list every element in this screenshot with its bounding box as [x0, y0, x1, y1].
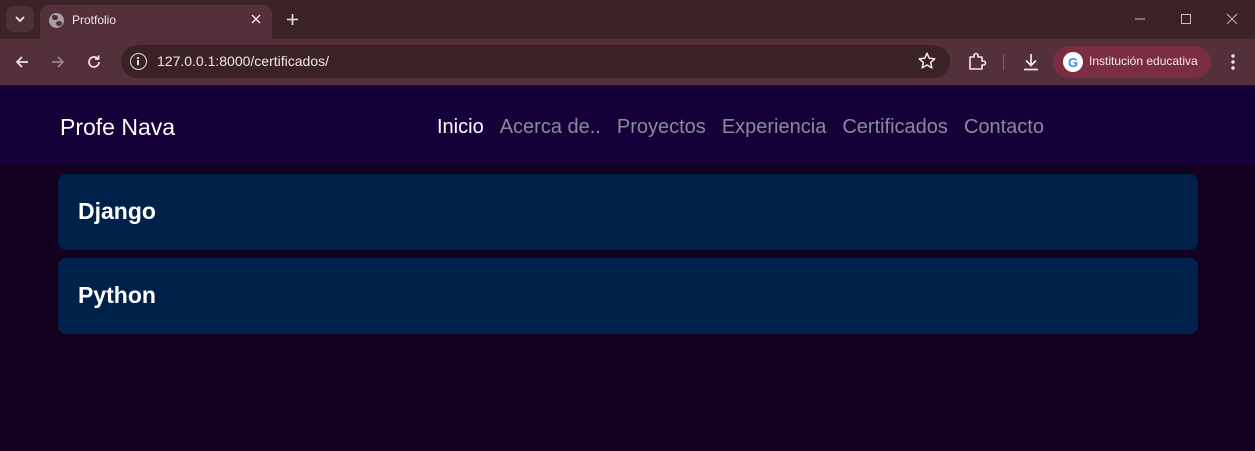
chevron-down-icon	[15, 16, 25, 23]
arrow-right-icon	[52, 56, 65, 68]
minimize-button[interactable]	[1128, 8, 1152, 30]
site-navbar: Profe Nava Inicio Acerca de.. Proyectos …	[0, 85, 1255, 166]
close-tab-button[interactable]	[247, 10, 265, 28]
arrow-left-icon	[15, 56, 28, 68]
certificate-title: Python	[78, 282, 156, 308]
nav-link-certificados[interactable]: Certificados	[842, 116, 948, 139]
new-tab-button[interactable]	[280, 7, 304, 31]
profile-chip[interactable]: G Institución educativa	[1053, 46, 1211, 78]
nav-link-inicio[interactable]: Inicio	[437, 116, 484, 139]
profile-label: Institución educativa	[1089, 54, 1198, 68]
browser-titlebar: Protfolio	[0, 0, 1255, 39]
certificate-title: Django	[78, 198, 156, 224]
site-brand[interactable]: Profe Nava	[60, 114, 175, 141]
plus-icon	[286, 13, 298, 25]
extensions-puzzle-icon[interactable]	[965, 50, 989, 74]
nav-link-proyectos[interactable]: Proyectos	[617, 116, 706, 139]
address-bar[interactable]: 127.0.0.1:8000/certificados/	[121, 45, 950, 78]
bookmark-star-icon[interactable]	[917, 51, 937, 71]
toolbar-separator	[1003, 54, 1004, 70]
kebab-menu-icon[interactable]	[1223, 50, 1243, 74]
maximize-button[interactable]	[1174, 8, 1198, 30]
certificate-card[interactable]: Django	[58, 174, 1198, 250]
tab-search-button[interactable]	[6, 6, 34, 32]
nav-link-experiencia[interactable]: Experiencia	[722, 116, 827, 139]
back-button[interactable]	[9, 49, 35, 75]
tab-title: Protfolio	[72, 13, 117, 27]
site-info-icon[interactable]	[130, 53, 147, 70]
maximize-icon	[1181, 14, 1191, 24]
url-text[interactable]: 127.0.0.1:8000/certificados/	[157, 53, 329, 69]
nav-link-acerca[interactable]: Acerca de..	[500, 116, 601, 139]
nav-links: Inicio Acerca de.. Proyectos Experiencia…	[437, 116, 1044, 139]
forward-button[interactable]	[45, 49, 71, 75]
browser-tab[interactable]: Protfolio	[40, 5, 272, 39]
certificate-card[interactable]: Python	[58, 258, 1198, 334]
nav-link-contacto[interactable]: Contacto	[964, 116, 1044, 139]
globe-icon	[49, 13, 64, 28]
close-icon	[1226, 13, 1238, 25]
download-icon[interactable]	[1019, 50, 1043, 74]
minimize-icon	[1135, 18, 1145, 20]
close-icon	[251, 14, 261, 24]
reload-button[interactable]	[81, 49, 107, 75]
google-logo-icon: G	[1063, 52, 1083, 72]
reload-icon	[88, 55, 100, 68]
certificates-list: Django Python	[58, 174, 1198, 342]
browser-toolbar: 127.0.0.1:8000/certificados/ G Instituci…	[0, 39, 1255, 85]
window-close-button[interactable]	[1220, 8, 1244, 30]
